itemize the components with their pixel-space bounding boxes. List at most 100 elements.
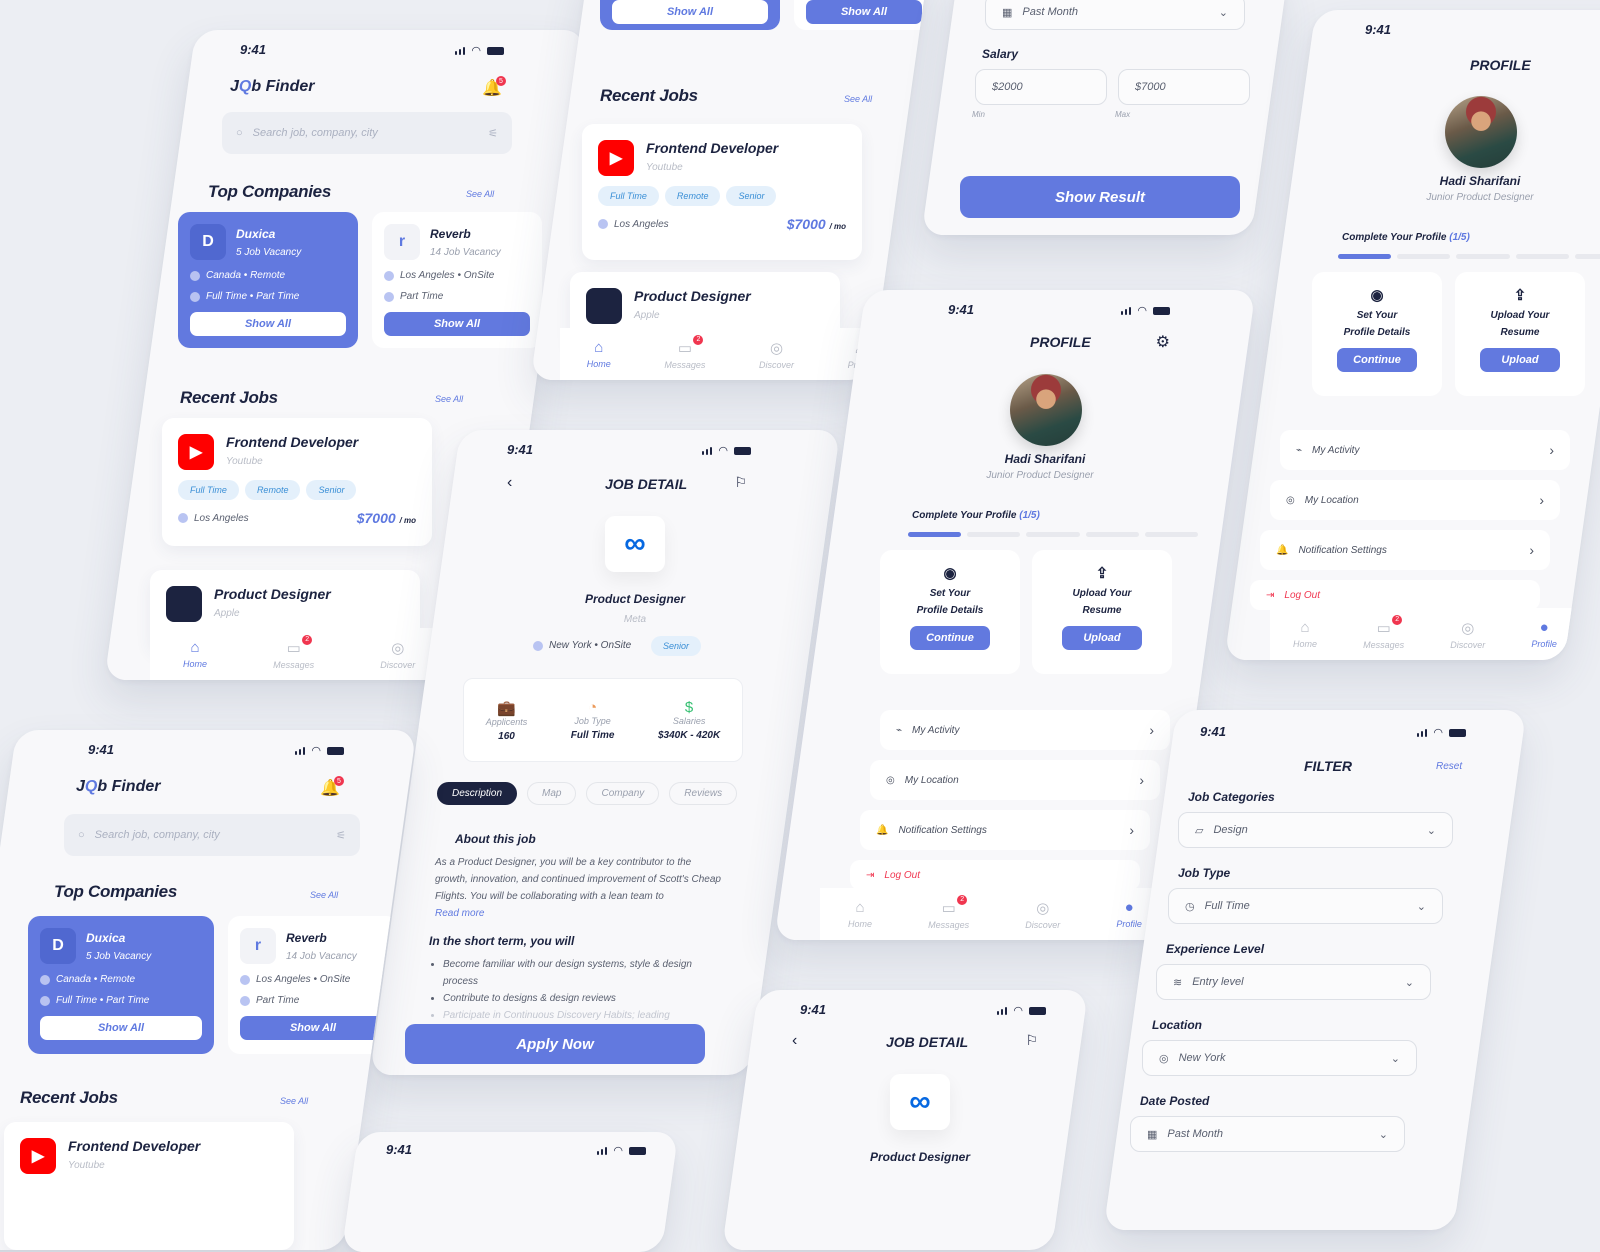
bell-icon[interactable]: 🔔 5: [320, 776, 344, 798]
nav-discover[interactable]: ◎ Discover: [1450, 619, 1485, 650]
apple-logo: [166, 586, 202, 622]
task-card-profile-details[interactable]: ◉ Set Your Profile Details Continue: [1312, 272, 1442, 396]
job-card[interactable]: ▶ Frontend Developer Youtube: [4, 1122, 295, 1250]
show-all-button[interactable]: Show All: [806, 0, 922, 24]
show-all-button[interactable]: Show All: [384, 312, 530, 336]
job-categories-select[interactable]: ▱ Design ⌄: [1178, 812, 1453, 848]
chevron-right-icon: ›: [1549, 442, 1554, 458]
design-icon: ▱: [1195, 824, 1204, 837]
settings-gear-icon[interactable]: ⚙: [1156, 332, 1170, 352]
bell-icon[interactable]: 🔔 5: [482, 76, 506, 98]
tab-map[interactable]: Map: [527, 782, 577, 805]
experience-level-select[interactable]: ≋ Entry level ⌄: [1156, 964, 1431, 1000]
user-icon: ●: [1124, 899, 1134, 916]
top-companies-heading: Top Companies: [208, 182, 331, 201]
nav-messages[interactable]: ▭ 2 Messages: [1363, 614, 1404, 650]
company-card-duxica[interactable]: D Duxica 5 Job Vacancy Canada • Remote Ful…: [178, 212, 358, 348]
tab-reviews[interactable]: Reviews: [669, 782, 738, 805]
reset-button[interactable]: Reset: [1436, 761, 1462, 772]
logout-button[interactable]: ⇥ Log Out: [850, 860, 1140, 890]
nav-profile[interactable]: ● Profile: [1531, 619, 1557, 649]
company-card-duxica[interactable]: D Duxica 5 Job Vacancy Canada • Remote Ful…: [28, 916, 214, 1054]
calendar-icon: ▦: [1147, 1128, 1158, 1141]
recent-jobs-heading: Recent Jobs: [20, 1088, 118, 1107]
show-all-button[interactable]: Show All: [612, 0, 768, 24]
nav-home[interactable]: ⌂ Home: [848, 899, 872, 929]
chevron-down-icon: ⌄: [1378, 1128, 1388, 1141]
back-icon[interactable]: ‹: [792, 1032, 797, 1050]
salary-min-input[interactable]: $2000: [975, 69, 1107, 105]
show-all-button[interactable]: Show All: [239, 1016, 386, 1040]
see-all-jobs-link[interactable]: See All: [435, 394, 463, 404]
date-posted-select[interactable]: ▦ Past Month ⌄: [985, 0, 1245, 30]
show-result-button[interactable]: Show Result: [960, 176, 1240, 218]
show-all-button[interactable]: Show All: [190, 312, 346, 336]
upload-button[interactable]: Upload: [1062, 626, 1142, 650]
search-input[interactable]: ○ Search job, company, city ⚟: [222, 112, 512, 154]
date-posted-select[interactable]: ▦ Past Month ⌄: [1130, 1116, 1405, 1152]
task-card-upload-resume[interactable]: ⇪ Upload Your Resume Upload: [1455, 272, 1585, 396]
menu-notification-settings[interactable]: 🔔 Notification Settings ›: [1260, 530, 1550, 570]
bookmark-icon[interactable]: ⚐: [734, 474, 747, 491]
menu-notification-settings[interactable]: 🔔 Notification Settings ›: [860, 810, 1150, 850]
bookmark-icon[interactable]: ⚐: [1025, 1032, 1038, 1049]
home-icon: ⌂: [1300, 619, 1310, 636]
nav-home[interactable]: ⌂ Home: [587, 339, 611, 369]
youtube-logo: ▶: [19, 1138, 56, 1174]
company-card-reverb[interactable]: Show All: [794, 0, 930, 30]
location-select[interactable]: ◎ New York ⌄: [1142, 1040, 1417, 1076]
salary-label: Salary: [982, 47, 1019, 61]
nav-profile[interactable]: ● Profile: [1116, 899, 1142, 929]
read-more-link[interactable]: Read more: [435, 905, 725, 922]
menu-my-location[interactable]: ◎ My Location ›: [1270, 480, 1560, 520]
see-all-companies-link[interactable]: See All: [310, 890, 338, 900]
nav-home[interactable]: ⌂ Home: [1293, 619, 1317, 649]
nav-home[interactable]: ⌂ Home: [183, 639, 207, 669]
menu-my-activity[interactable]: ⌁ My Activity ›: [1280, 430, 1570, 470]
job-card[interactable]: ▶ Frontend Developer Youtube Full Time Remo…: [162, 418, 432, 546]
see-all-jobs-link[interactable]: See All: [844, 94, 872, 104]
nav-messages[interactable]: ▭ 2 Messages: [928, 894, 969, 930]
job-card[interactable]: ▶ Frontend Developer Youtube Full Time Remo…: [582, 124, 862, 260]
nav-discover[interactable]: ◎ Discover: [759, 339, 794, 370]
company-card-reverb[interactable]: r Reverb 14 Job Vacancy Los Angeles • OnSi…: [227, 916, 398, 1054]
task-card-profile-details[interactable]: ◉ Set Your Profile Details Continue: [880, 550, 1020, 674]
menu-my-activity[interactable]: ⌁ My Activity ›: [880, 710, 1170, 750]
nav-discover[interactable]: ◎ Discover: [380, 639, 415, 670]
upload-button[interactable]: Upload: [1480, 348, 1560, 372]
job-location: New York • OnSite: [533, 640, 631, 651]
task-card-upload-resume[interactable]: ⇪ Upload Your Resume Upload: [1032, 550, 1172, 674]
company-card-duxica[interactable]: Show All: [600, 0, 780, 30]
filter-icon[interactable]: ⚟: [488, 127, 498, 140]
see-all-jobs-link[interactable]: See All: [280, 1096, 308, 1106]
chevron-right-icon: ›: [1149, 722, 1154, 738]
menu-my-location[interactable]: ◎ My Location ›: [870, 760, 1160, 800]
status-icons: ◠: [454, 44, 504, 57]
location-icon: [40, 974, 51, 985]
nav-discover[interactable]: ◎ Discover: [1025, 899, 1060, 930]
avatar[interactable]: [1445, 96, 1517, 168]
show-all-button[interactable]: Show All: [39, 1016, 202, 1040]
see-all-companies-link[interactable]: See All: [466, 189, 494, 199]
nav-messages[interactable]: ▭ 2 Messages: [664, 334, 705, 370]
user-icon: ●: [1539, 619, 1549, 636]
salary-max-input[interactable]: $7000: [1118, 69, 1250, 105]
company-card-reverb[interactable]: r Reverb 14 Job Vacancy Los Angeles • OnSi…: [372, 212, 542, 348]
job-type-select[interactable]: ◷ Full Time ⌄: [1168, 888, 1443, 924]
continue-button[interactable]: Continue: [910, 626, 990, 650]
back-icon[interactable]: ‹: [507, 474, 512, 492]
search-input[interactable]: ○ Search job, company, city ⚟: [64, 814, 360, 856]
apply-now-button[interactable]: Apply Now: [405, 1024, 705, 1064]
status-time: 9:41: [88, 742, 115, 757]
logout-button[interactable]: ⇥ Log Out: [1250, 580, 1540, 610]
level-tag: Senior: [651, 636, 702, 656]
profile-screen-1: 9:41 PROFILE Hadi Sharifani Junior Produ…: [1224, 10, 1600, 660]
tab-description[interactable]: Description: [437, 782, 518, 805]
youtube-logo: ▶: [598, 140, 634, 176]
status-icons: ◠: [996, 1004, 1046, 1017]
nav-messages[interactable]: ▭ 2 Messages: [273, 634, 314, 670]
tab-company[interactable]: Company: [586, 782, 660, 805]
filter-icon[interactable]: ⚟: [336, 829, 346, 842]
continue-button[interactable]: Continue: [1337, 348, 1417, 372]
avatar[interactable]: [1010, 374, 1082, 446]
